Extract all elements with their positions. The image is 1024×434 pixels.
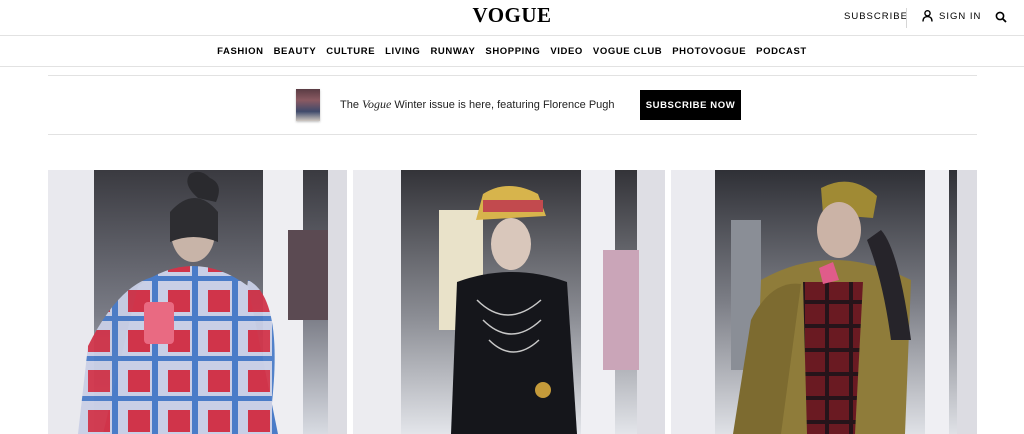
- promo-text-italic: Vogue: [362, 97, 392, 111]
- header-divider: [906, 8, 907, 28]
- promo-divider-top: [48, 75, 977, 76]
- promo-text-prefix: The: [340, 99, 363, 111]
- subscribe-now-button[interactable]: SUBSCRIBE NOW: [640, 90, 741, 120]
- nav-item-fashion[interactable]: FASHION: [217, 46, 263, 57]
- nav-item-living[interactable]: LIVING: [385, 46, 420, 57]
- runway-photo-1[interactable]: [48, 170, 347, 434]
- runway-photo-2-image: [353, 170, 665, 434]
- promo-text-suffix: Winter issue is here, featuring Florence…: [391, 99, 615, 111]
- sign-in-button[interactable]: SIGN IN: [922, 10, 981, 22]
- magazine-cover-thumbnail[interactable]: [296, 89, 320, 121]
- nav-item-vogue-club[interactable]: VOGUE CLUB: [593, 46, 662, 57]
- site-header: VOGUE SUBSCRIBE SIGN IN: [0, 0, 1024, 36]
- nav-item-photovogue[interactable]: PHOTOVOGUE: [672, 46, 746, 57]
- nav-item-runway[interactable]: RUNWAY: [430, 46, 475, 57]
- nav-item-beauty[interactable]: BEAUTY: [274, 46, 317, 57]
- runway-photo-3[interactable]: [671, 170, 977, 434]
- nav-item-podcast[interactable]: PODCAST: [756, 46, 807, 57]
- nav-item-video[interactable]: VIDEO: [550, 46, 583, 57]
- sign-in-label: SIGN IN: [939, 10, 982, 22]
- runway-photo-1-image: [48, 170, 347, 434]
- vogue-logo[interactable]: VOGUE: [472, 3, 551, 27]
- runway-photo-2[interactable]: [353, 170, 665, 434]
- search-icon[interactable]: [995, 11, 1007, 23]
- main-nav: FASHION BEAUTY CULTURE LIVING RUNWAY SHO…: [0, 36, 1024, 67]
- user-icon: [922, 10, 933, 22]
- subscribe-link[interactable]: SUBSCRIBE: [844, 11, 908, 22]
- runway-photo-3-image: [671, 170, 977, 434]
- nav-item-shopping[interactable]: SHOPPING: [485, 46, 540, 57]
- nav-item-culture[interactable]: CULTURE: [326, 46, 375, 57]
- promo-text: The Vogue Winter issue is here, featurin…: [340, 97, 615, 112]
- promo-divider-bottom: [48, 134, 977, 135]
